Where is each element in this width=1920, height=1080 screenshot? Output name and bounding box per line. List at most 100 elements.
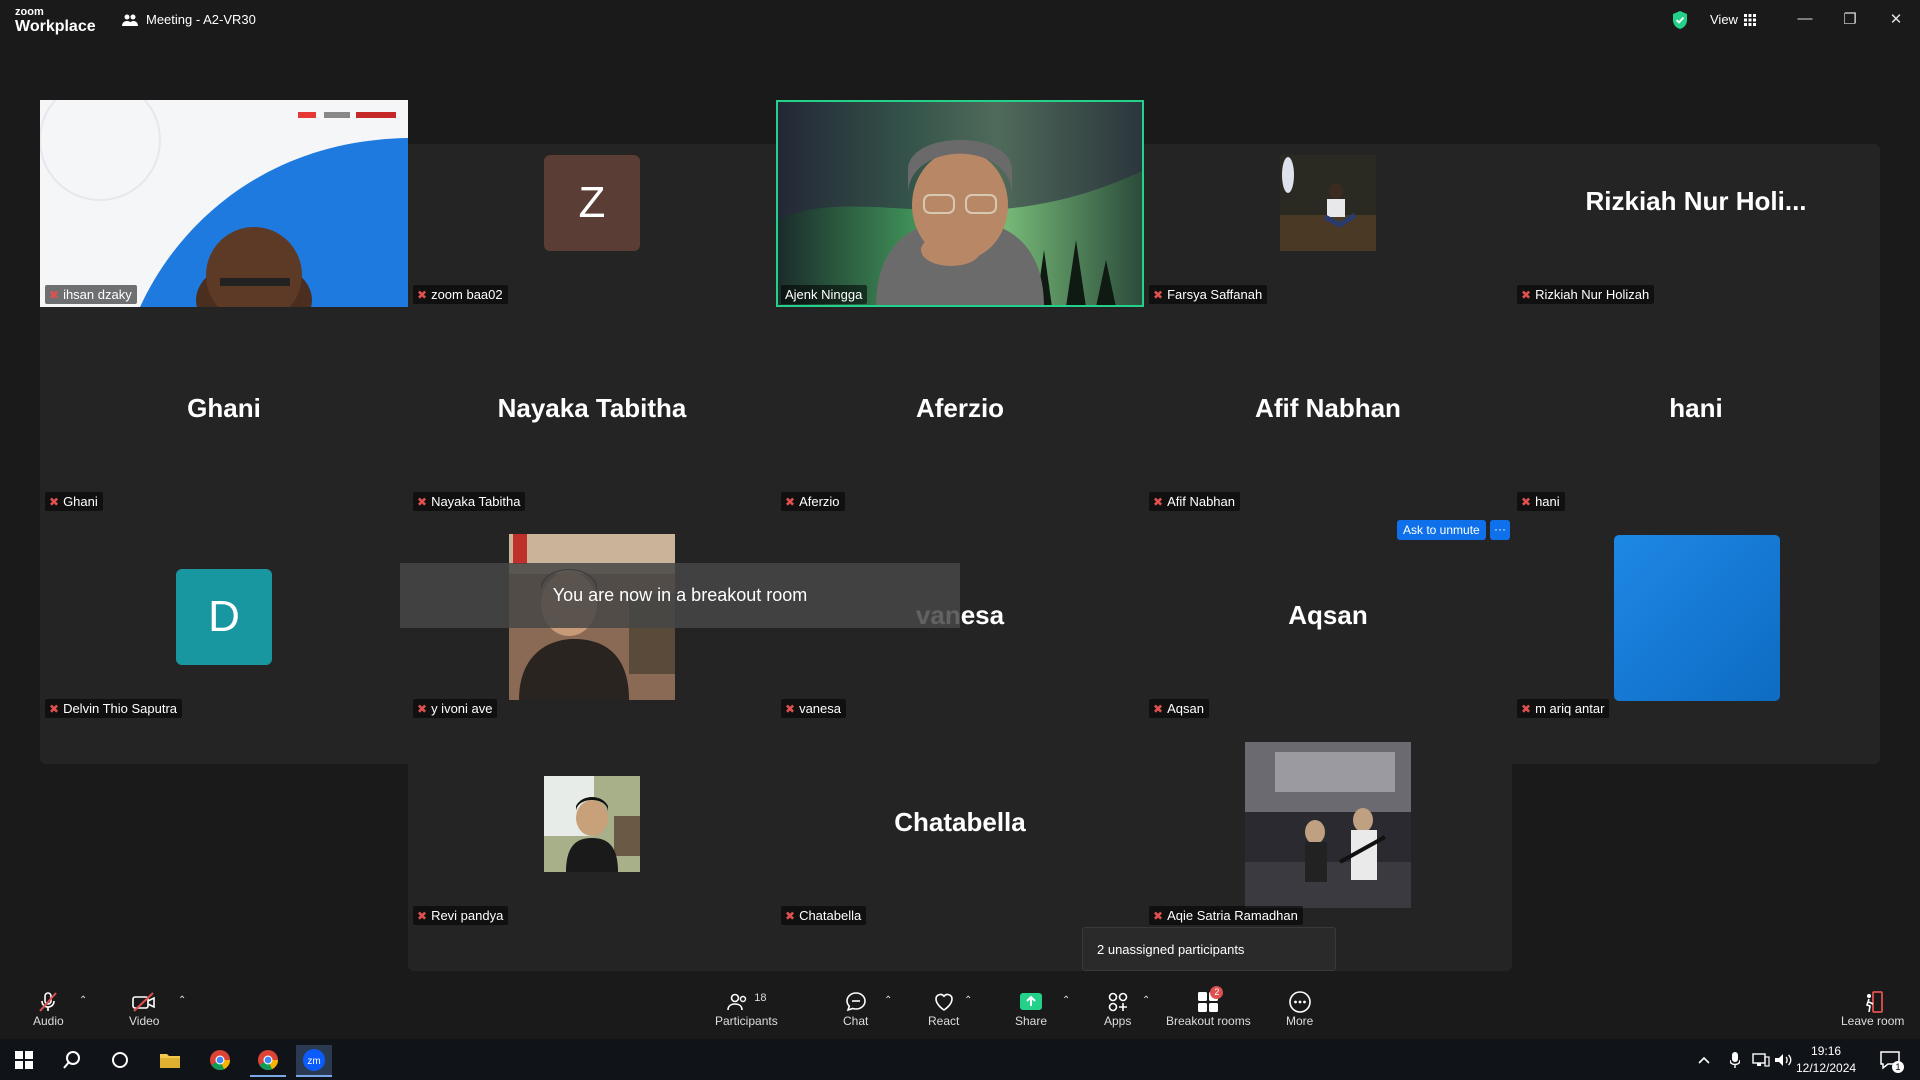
participant-name-label: ✖ Chatabella [781, 906, 867, 925]
participant-display-name: Afif Nabhan [1255, 393, 1401, 423]
apps-options-chevron-icon[interactable]: ⌃ [1142, 995, 1150, 1006]
taskbar-clock[interactable]: 19:16 12/12/2024 [1796, 1043, 1856, 1077]
avatar-photo [1280, 155, 1376, 251]
tray-mic-icon[interactable] [1726, 1045, 1744, 1075]
participant-name: Chatabella [799, 908, 862, 923]
apps-button[interactable]: Apps [1104, 990, 1131, 1028]
muted-mic-icon: ✖ [1521, 287, 1532, 302]
file-explorer-icon[interactable] [152, 1045, 188, 1075]
react-label: React [928, 1014, 960, 1028]
video-options-chevron-icon[interactable]: ⌃ [178, 995, 186, 1006]
audio-options-chevron-icon[interactable]: ⌃ [79, 995, 87, 1006]
participant-name: Aferzio [799, 494, 840, 509]
video-tile[interactable]: ✖ Farsya Saffanah [1144, 100, 1512, 307]
participant-video-image [778, 102, 1142, 305]
chat-options-chevron-icon[interactable]: ⌃ [884, 995, 892, 1006]
leave-room-button[interactable]: Leave room [1841, 990, 1904, 1028]
participant-name: Ajenk Ningga [785, 287, 863, 302]
participant-name-label: Ajenk Ningga [781, 285, 868, 304]
muted-mic-icon: ✖ [417, 287, 428, 302]
participant-name-label: ✖ y ivoni ave [413, 699, 498, 718]
muted-mic-icon: ✖ [785, 494, 796, 509]
view-button[interactable]: View [1710, 12, 1756, 27]
search-icon[interactable] [54, 1045, 90, 1075]
zoom-app-icon[interactable]: zm [296, 1045, 332, 1077]
windows-start-icon[interactable] [6, 1045, 42, 1075]
video-tile[interactable]: Afif Nabhan ✖ Afif Nabhan [1144, 307, 1512, 514]
video-tile[interactable]: Nayaka Tabitha ✖ Nayaka Tabitha [408, 307, 776, 514]
leave-room-icon [1865, 991, 1883, 1013]
audio-button[interactable]: Audio [33, 990, 64, 1028]
video-tile[interactable]: Chatabella ✖ Chatabella [776, 721, 1144, 928]
video-tile[interactable]: hani ✖ hani [1512, 307, 1880, 514]
participants-button[interactable]: 18 Participants [715, 990, 778, 1028]
chat-button[interactable]: Chat [843, 990, 868, 1028]
share-screen-icon [1020, 993, 1043, 1010]
meeting-title[interactable]: Meeting - A2-VR30 [122, 12, 256, 27]
participant-display-name: Aferzio [915, 393, 1005, 423]
participant-name: Delvin Thio Saputra [63, 701, 177, 716]
participant-name-label: ✖ ihsan dzaky [45, 285, 137, 304]
more-button[interactable]: More [1286, 990, 1313, 1028]
video-tile[interactable]: Z ✖ zoom baa02 [408, 100, 776, 307]
volume-icon[interactable] [1772, 1045, 1794, 1075]
video-tile[interactable]: D ✖ Delvin Thio Saputra [40, 514, 408, 721]
video-tile[interactable]: ✖ ihsan dzaky [40, 100, 408, 307]
video-tile[interactable]: ✖ Aqie Satria Ramadhan [1144, 721, 1512, 928]
muted-mic-icon: ✖ [785, 908, 796, 923]
participant-name: vanesa [799, 701, 841, 716]
participant-display-name: Rizkiah Nur Holi... [1585, 186, 1807, 216]
video-label: Video [129, 1014, 160, 1028]
video-tile[interactable]: ✖ Revi pandya [408, 721, 776, 928]
chrome-profile-icon[interactable] [250, 1045, 286, 1077]
network-icon[interactable] [1750, 1045, 1772, 1075]
participant-name: Aqie Satria Ramadhan [1167, 908, 1298, 923]
participant-name: m ariq antar [1535, 701, 1605, 716]
participant-name-label: ✖ Aqie Satria Ramadhan [1149, 906, 1303, 925]
minimize-icon[interactable]: — [1795, 10, 1815, 27]
muted-mic-icon: ✖ [1153, 494, 1164, 509]
participant-display-name: Ghani [187, 393, 261, 423]
view-label: View [1710, 12, 1738, 27]
video-button[interactable]: Video [129, 990, 159, 1028]
muted-mic-icon: ✖ [1521, 701, 1532, 716]
notifications-icon[interactable]: 1 [1872, 1045, 1908, 1075]
react-options-chevron-icon[interactable]: ⌃ [964, 995, 972, 1006]
video-tile[interactable]: Rizkiah Nur Holi... ✖ Rizkiah Nur Holizah [1512, 100, 1880, 307]
more-icon [1288, 991, 1311, 1013]
muted-mic-icon: ✖ [1521, 494, 1532, 509]
participant-name: Revi pandya [431, 908, 504, 923]
video-tile[interactable]: Ghani ✖ Ghani [40, 307, 408, 514]
notification-count: 1 [1892, 1061, 1904, 1073]
share-options-chevron-icon[interactable]: ⌃ [1062, 995, 1070, 1006]
active-speaker-tile[interactable]: Ajenk Ningga [776, 100, 1144, 307]
tray-chevron-icon[interactable] [1694, 1045, 1714, 1075]
chrome-icon[interactable] [202, 1045, 238, 1075]
avatar: D [176, 569, 272, 665]
video-tile[interactable]: ✖ m ariq antar [1512, 514, 1880, 721]
participants-icon [727, 993, 747, 1011]
video-tile[interactable]: Aferzio ✖ Aferzio [776, 307, 1144, 514]
restore-icon[interactable]: ❐ [1840, 10, 1860, 28]
svg-text:zm: zm [307, 1056, 320, 1067]
video-off-icon [132, 992, 156, 1012]
video-tile[interactable]: Aqsan ✖ Aqsan [1144, 514, 1512, 721]
ask-to-unmute-button[interactable]: Ask to unmute [1397, 520, 1486, 540]
encryption-shield-icon[interactable] [1672, 11, 1688, 29]
meeting-title-text: Meeting - A2-VR30 [146, 12, 256, 27]
close-icon[interactable]: ✕ [1886, 10, 1906, 28]
avatar-image [1614, 535, 1780, 701]
participant-name-label: ✖ zoom baa02 [413, 285, 508, 304]
muted-mic-icon: ✖ [417, 701, 428, 716]
participant-name-label: ✖ Farsya Saffanah [1149, 285, 1268, 304]
task-view-icon[interactable] [102, 1045, 138, 1075]
more-options-button[interactable]: ··· [1490, 520, 1510, 540]
windows-taskbar: zm 19:16 12/12/2024 1 [0, 1039, 1920, 1080]
chat-label: Chat [843, 1014, 869, 1028]
react-button[interactable]: React [928, 990, 959, 1028]
unassigned-text: 2 unassigned participants [1097, 941, 1245, 957]
share-button[interactable]: Share [1015, 990, 1047, 1028]
participant-name-label: ✖ Aferzio [781, 492, 845, 511]
participant-name-label: ✖ Rizkiah Nur Holizah [1517, 285, 1655, 304]
breakout-rooms-button[interactable]: 2 Breakout rooms [1166, 986, 1251, 1028]
